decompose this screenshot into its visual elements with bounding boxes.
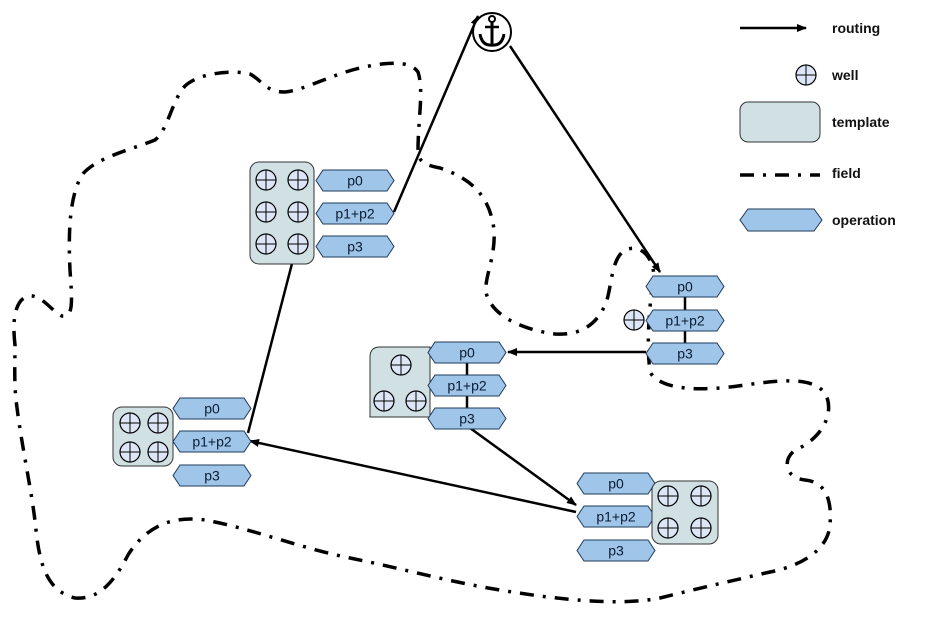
operation-p12[interactable]: p1+p2 (427, 374, 507, 397)
operation-label: p3 (608, 543, 624, 559)
well-icon (623, 309, 645, 331)
well-icon (287, 233, 309, 255)
routing-arrow-1 (508, 45, 662, 273)
operation-label: p0 (459, 345, 475, 361)
operation-p0[interactable]: p0 (427, 341, 507, 364)
diagram: p0 p1+p2 p3 p0 p1+p2 p3 p0 p1+p2 p3 p0 p1+p2 p3 p0 p1… (12, 12, 896, 604)
operation-label: p1+p2 (335, 206, 375, 222)
legend-template-swatch (739, 101, 821, 143)
well-icon (255, 169, 277, 191)
operation-label: p1+p2 (596, 509, 636, 525)
legend-well-icon (795, 64, 817, 86)
well-icon (147, 441, 169, 463)
well-icon (657, 517, 679, 539)
template[interactable] (249, 161, 315, 265)
operation-stack: p0 p1+p2 p3 (576, 472, 656, 562)
well-icon (255, 201, 277, 223)
well-icon (657, 485, 679, 507)
operation-stack: p0 p1+p2 p3 (315, 169, 395, 258)
legend-operation-label: operation (832, 212, 896, 228)
legend-routing-label: routing (832, 20, 880, 36)
well-icon (287, 201, 309, 223)
operation-label: p1+p2 (192, 434, 232, 450)
operation-p0[interactable]: p0 (645, 275, 725, 298)
well-icon (255, 233, 277, 255)
legend: routing well template field operation (739, 20, 896, 232)
well-icon (390, 354, 412, 376)
operation-p3[interactable]: p3 (576, 539, 656, 562)
legend-template-label: template (832, 114, 890, 130)
routing-arrow-4 (249, 439, 577, 514)
operation-label: p0 (608, 476, 624, 492)
operation-p12[interactable]: p1+p2 (576, 505, 656, 528)
operation-label: p3 (204, 468, 220, 484)
operation-p3[interactable]: p3 (645, 342, 725, 365)
well-icon (119, 412, 141, 434)
operation-label: p1+p2 (447, 378, 487, 394)
well-icon (119, 441, 141, 463)
operation-p12[interactable]: p1+p2 (645, 309, 725, 332)
well-icon (690, 517, 712, 539)
template-group-left: p0 p1+p2 p3 (112, 397, 252, 487)
legend-well-label: well (831, 67, 858, 83)
operation-label: p3 (677, 346, 693, 362)
anchor-icon (472, 12, 512, 52)
template[interactable] (112, 406, 174, 467)
operation-stack: p0 p1+p2 p3 (172, 397, 252, 487)
operation-label: p0 (677, 279, 693, 295)
legend-field-label: field (832, 165, 861, 181)
operation-p0[interactable]: p0 (315, 169, 395, 192)
well-icon (795, 64, 817, 86)
operation-p0[interactable]: p0 (172, 397, 252, 420)
well-icon (147, 412, 169, 434)
well-icon (373, 390, 395, 412)
well-icon (690, 485, 712, 507)
template-group-bottom-right: p0 p1+p2 p3 (576, 472, 719, 562)
operation-label: p3 (347, 239, 363, 255)
well-icon (405, 390, 427, 412)
template[interactable] (651, 480, 719, 545)
operation-label: p0 (347, 173, 363, 189)
operation-p12[interactable]: p1+p2 (315, 202, 395, 225)
legend-operation-swatch (739, 208, 823, 232)
routing-arrow-6 (392, 15, 480, 213)
operation-label: p1+p2 (665, 313, 705, 329)
operation-p3[interactable]: p3 (427, 407, 507, 430)
operation-p3[interactable]: p3 (315, 235, 395, 258)
well-icon (287, 169, 309, 191)
operation-stack: p0 p1+p2 p3 (645, 275, 725, 365)
template-group-middle: p0 p1+p2 p3 (369, 341, 507, 430)
operation-p12[interactable]: p1+p2 (172, 430, 252, 453)
operation-label: p3 (459, 411, 475, 427)
operation-stack: p0 p1+p2 p3 (427, 341, 507, 430)
operation-p3[interactable]: p3 (172, 464, 252, 487)
template-group-top-left: p0 p1+p2 p3 (249, 161, 395, 265)
operation-label: p0 (204, 401, 220, 417)
operation-p0[interactable]: p0 (576, 472, 656, 495)
